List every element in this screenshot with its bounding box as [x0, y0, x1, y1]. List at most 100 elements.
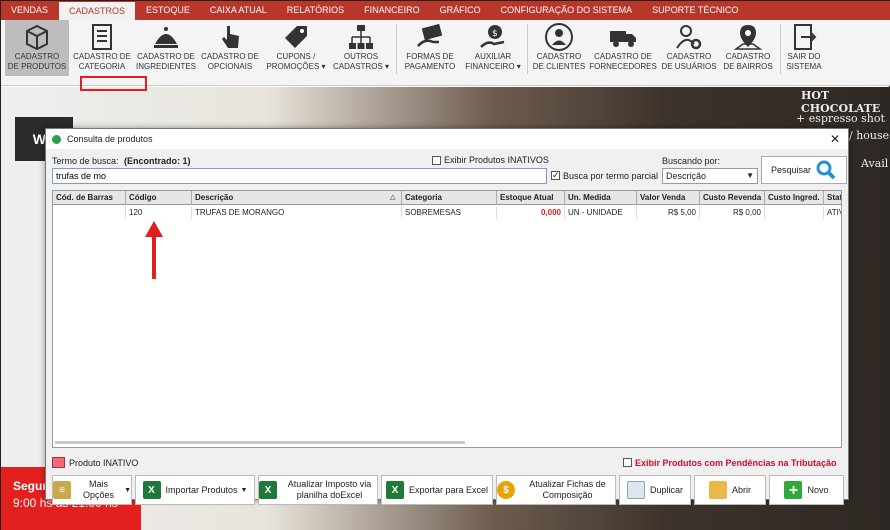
col-ingredient-cost[interactable]: Custo Ingred.: [765, 191, 824, 205]
cupons-promocoes-button[interactable]: CUPONS / PROMOÇÕES ▾: [263, 20, 329, 76]
chalk-text: / house: [849, 129, 890, 142]
tax-pending-checkbox[interactable]: [623, 458, 632, 467]
search-button-label: Pesquisar: [770, 165, 812, 175]
sair-sistema-button[interactable]: SAIR DO SISTEMA: [783, 20, 825, 76]
ribbon-label: CADASTRO DE CATEGORIA: [73, 52, 131, 71]
svg-text:$: $: [492, 29, 498, 39]
col-resale-cost[interactable]: Custo Revenda: [700, 191, 765, 205]
chalk-text: + espresso shot: [796, 112, 885, 125]
dialog-title: Consulta de produtos: [67, 134, 153, 144]
export-excel-button[interactable]: X Exportar para Excel: [381, 475, 493, 505]
inactive-checkbox[interactable]: [432, 156, 441, 165]
col-code[interactable]: Código: [126, 191, 192, 205]
col-unit[interactable]: Un. Medida: [565, 191, 637, 205]
button-label: Duplicar: [649, 484, 683, 495]
duplicate-button[interactable]: Duplicar: [619, 475, 691, 505]
consulta-produtos-dialog: Consulta de produtos ✕ Termo de busca: (…: [45, 128, 849, 505]
ribbon-label: CADASTRO DE CLIENTES: [532, 52, 586, 71]
exit-icon: [794, 24, 817, 50]
open-button[interactable]: Abrir: [694, 475, 766, 505]
ribbon-tabs: VENDAS CADASTROS ESTOQUE CAIXA ATUAL REL…: [1, 1, 890, 20]
cell-barcode: [53, 206, 126, 219]
options-icon: ≡: [53, 481, 71, 499]
col-description[interactable]: Descrição: [192, 191, 402, 205]
map-pin-icon: [733, 25, 763, 50]
tab-suporte[interactable]: SUPORTE TÉCNICO: [642, 1, 748, 20]
tag-icon: [285, 26, 307, 48]
tax-pending-label: Exibir Produtos com Pendências na Tribut…: [635, 458, 837, 468]
cell-code: 120: [126, 206, 192, 219]
ribbon-separator: [396, 24, 397, 74]
cadastro-categoria-button[interactable]: CADASTRO DE CATEGORIA: [71, 20, 133, 76]
plus-icon: +: [784, 481, 803, 499]
search-button[interactable]: Pesquisar: [761, 156, 847, 184]
cadastro-produtos-button[interactable]: CADASTRO DE PRODUTOS: [5, 20, 69, 76]
auxiliar-financeiro-button[interactable]: $ AUXILIAR FINANCEIRO ▾: [463, 20, 523, 76]
cadastro-usuarios-button[interactable]: CADASTRO DE USUÁRIOS: [660, 20, 718, 76]
button-label: Novo: [807, 484, 829, 495]
formas-pagamento-button[interactable]: FORMAS DE PAGAMENTO: [401, 20, 459, 76]
button-label: Exportar para Excel: [408, 484, 489, 495]
tab-relatorios[interactable]: RELATÓRIOS: [277, 1, 354, 20]
hierarchy-icon: [349, 25, 373, 49]
ribbon-label: AUXILIAR FINANCEIRO ▾: [465, 52, 521, 71]
cadastro-bairros-button[interactable]: CADASTRO DE BAIRROS: [720, 20, 776, 76]
ribbon-label: CADASTRO DE INGREDIENTES: [135, 52, 196, 71]
cadastro-opcionais-button[interactable]: CADASTRO DE OPCIONAIS: [199, 20, 261, 76]
col-stock[interactable]: Estoque Atual: [497, 191, 565, 205]
cadastro-ingredientes-button[interactable]: CADASTRO DE INGREDIENTES: [135, 20, 197, 76]
ribbon-label: CADASTRO DE OPCIONAIS: [201, 52, 259, 71]
horizontal-scrollbar[interactable]: [55, 441, 465, 444]
outros-cadastros-button[interactable]: OUTROS CADASTROS ▾: [331, 20, 391, 76]
col-price[interactable]: Valor Venda: [637, 191, 700, 205]
button-label: Mais Opções: [83, 479, 115, 500]
folder-icon: [708, 481, 727, 499]
tab-grafico[interactable]: GRÁFICO: [430, 1, 491, 20]
col-category[interactable]: Categoria: [402, 191, 497, 205]
tab-configuracao[interactable]: CONFIGURAÇÃO DO SISTEMA: [491, 1, 643, 20]
cadastro-clientes-button[interactable]: CADASTRO DE CLIENTES: [531, 20, 587, 76]
button-label: Atualizar Imposto via planilha doExcel: [287, 479, 372, 500]
button-label: Abrir: [731, 484, 751, 495]
partial-search-checkbox[interactable]: [551, 170, 560, 181]
excel-icon: X: [259, 481, 277, 499]
import-products-button[interactable]: X Importar Produtos ▼: [135, 475, 255, 505]
tab-vendas[interactable]: VENDAS: [1, 1, 58, 20]
duplicate-icon: [626, 481, 645, 499]
col-barcode[interactable]: Cód. de Barras: [53, 191, 126, 205]
searching-by-label: Buscando por:: [662, 156, 721, 166]
ribbon-separator: [527, 24, 528, 74]
tab-financeiro[interactable]: FINANCEIRO: [354, 1, 430, 20]
truck-icon: [610, 31, 636, 47]
term-label: Termo de busca:: [52, 156, 119, 166]
cell-resale-cost: R$ 0,00: [700, 206, 765, 219]
sort-asc-icon: △: [390, 194, 396, 201]
table-row[interactable]: 120 TRUFAS DE MORANGO SOBREMESAS 0,000 U…: [53, 206, 841, 219]
ribbon-label: CADASTRO DE PRODUTOS: [7, 52, 67, 71]
products-grid: Cód. de Barras Código Descrição Categori…: [52, 190, 842, 448]
tab-caixa-atual[interactable]: CAIXA ATUAL: [200, 1, 277, 20]
update-sheets-button[interactable]: $ Atualizar Fichas de Composição: [496, 475, 616, 505]
money-hand-icon: $: [480, 25, 505, 48]
search-input[interactable]: [52, 168, 547, 184]
ribbon-label: CADASTRO DE BAIRROS: [723, 52, 773, 71]
search-by-select[interactable]: Descrição ▼: [662, 168, 758, 184]
inactive-color-swatch: [52, 457, 65, 468]
ribbon-label: SAIR DO SISTEMA: [786, 52, 822, 71]
more-options-button[interactable]: ≡ Mais Opções ▼: [52, 475, 132, 505]
update-tax-button[interactable]: X Atualizar Imposto via planilha doExcel: [258, 475, 378, 505]
col-status[interactable]: Stat: [824, 191, 841, 205]
cell-unit: UN - UNIDADE: [565, 206, 637, 219]
tab-cadastros[interactable]: CADASTROS: [58, 1, 137, 20]
cadastro-fornecedores-button[interactable]: CADASTRO DE FORNECEDORES: [589, 20, 657, 76]
payment-icon: [417, 23, 443, 47]
inactive-label: Exibir Produtos INATIVOS: [444, 155, 549, 165]
tab-estoque[interactable]: ESTOQUE: [136, 1, 200, 20]
cell-description: TRUFAS DE MORANGO: [192, 206, 402, 219]
ribbon-label: CADASTRO DE USUÁRIOS: [661, 52, 717, 71]
excel-icon: X: [385, 481, 404, 499]
new-button[interactable]: + Novo: [769, 475, 844, 505]
list-icon: [92, 24, 112, 50]
search-icon: [816, 160, 836, 180]
close-icon[interactable]: ✕: [830, 132, 840, 146]
